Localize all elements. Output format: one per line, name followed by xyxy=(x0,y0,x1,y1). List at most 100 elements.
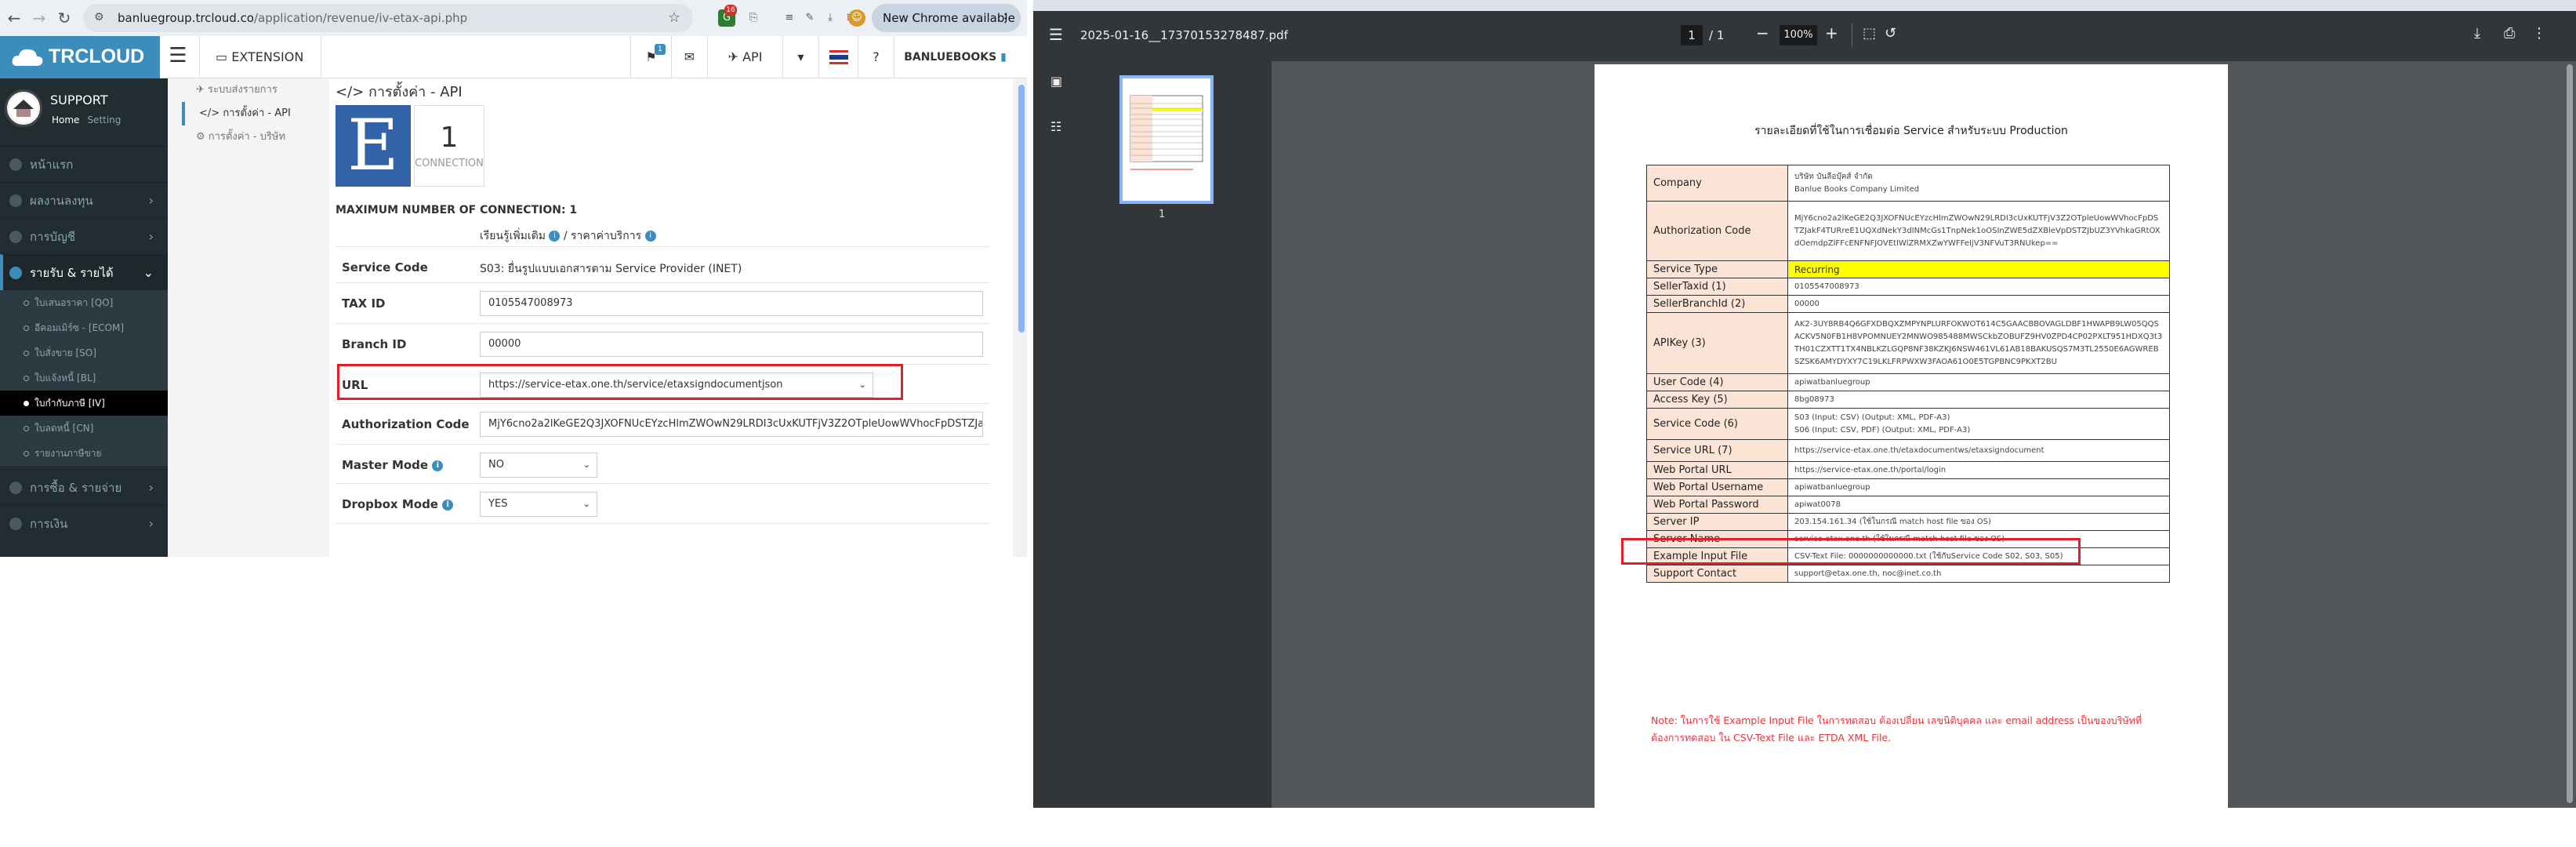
thai-flag-icon[interactable] xyxy=(818,36,858,78)
service-code-row: Service Code S03: ยื่นรูปแบบเอกสารตาม Se… xyxy=(336,246,989,287)
dropbox-mode-label: Dropbox Mode i xyxy=(342,484,454,525)
help-icon[interactable]: ? xyxy=(858,36,894,78)
table-row: Service URL (7) https://service-etax.one.… xyxy=(1646,439,2170,462)
chevron-down-icon: ⌄ xyxy=(582,499,590,509)
reload-icon[interactable]: ↻ xyxy=(53,7,75,29)
zoom-out-icon[interactable]: − xyxy=(1756,24,1769,42)
site-info-icon[interactable]: ⚙ xyxy=(94,11,104,24)
auth-code-input[interactable]: MjY6cno2a2lKeGE2Q3JXOFNUcEYzcHlmZWOwN29L… xyxy=(480,412,983,437)
table-row: Service Type Recurring xyxy=(1646,260,2170,278)
zoom-level[interactable]: 100% xyxy=(1780,25,1817,45)
document-note: Note: ในการใช้ Example Input File ในการท… xyxy=(1651,714,2142,743)
master-mode-select[interactable]: NO ⌄ xyxy=(480,453,597,478)
pdf-scrollbar[interactable] xyxy=(2563,61,2576,808)
sidebar-item-revenue[interactable]: รายรับ & รายได้ ⌄ xyxy=(0,254,168,290)
fit-page-icon[interactable]: ⬚ xyxy=(1863,25,1876,42)
info-icon[interactable]: i xyxy=(442,499,454,511)
home-link[interactable]: Home xyxy=(52,115,79,125)
print-icon[interactable]: ⎙ xyxy=(2504,25,2515,42)
info-icon[interactable]: i xyxy=(644,231,656,242)
hamburger-menu-icon[interactable]: ☰ xyxy=(165,44,191,71)
extension-label: EXTENSION xyxy=(231,49,304,64)
table-row: Web Portal Password apiwat0078 xyxy=(1646,496,2170,514)
more-menu-icon[interactable]: ⋮ xyxy=(1000,4,1011,32)
table-row: APIKey (3) AK2-3UY8RB4Q6GFXDBQXZMPYNPLURF… xyxy=(1646,312,2170,374)
outline-icon[interactable]: ☷ xyxy=(1050,119,1061,134)
setting-link[interactable]: Setting xyxy=(87,115,121,125)
branch-id-input[interactable]: 00000 xyxy=(480,332,983,357)
table-key: Authorization Code xyxy=(1646,201,1788,261)
left-browser-window: ← → ↻ ⚙ banluegroup.trcloud.co/applicati… xyxy=(0,0,1027,557)
company-menu[interactable]: BANLUEBOOKS ▮ xyxy=(894,36,1016,78)
address-bar[interactable]: ⚙ banluegroup.trcloud.co/application/rev… xyxy=(83,4,693,32)
pdf-toolbar: ☰ 2025-01-16__17370153278487.pdf 1 / 1 −… xyxy=(1033,11,2576,61)
sidebar-item-finance[interactable]: การเงิน › xyxy=(0,505,168,541)
dropbox-mode-select[interactable]: YES ⌄ xyxy=(480,492,597,517)
branch-id-row: Branch ID 00000 xyxy=(336,323,989,364)
tab-search-icon[interactable]: ≡ xyxy=(781,9,798,27)
sidebar-sub-sales-tax-report[interactable]: รายงานภาษีขาย xyxy=(0,441,168,466)
pdf-menu-icon[interactable]: ☰ xyxy=(1049,25,1063,44)
sidebar-sub-ecom[interactable]: อีคอมเมิร์ซ - [ECOM] xyxy=(0,315,168,340)
bookmark-star-icon[interactable]: ☆ xyxy=(668,9,680,26)
back-icon[interactable]: ← xyxy=(3,7,25,29)
pricing-link[interactable]: / ราคาค่าบริการ xyxy=(564,230,641,242)
connection-box: 1 CONNECTION xyxy=(414,105,484,187)
sidebar-item-home[interactable]: หน้าแรก xyxy=(0,146,168,182)
submenu-api-settings[interactable]: </> การตั้งค่า - API xyxy=(182,102,325,125)
extension-icon-2[interactable]: ⎘ xyxy=(745,9,762,27)
api-menu[interactable]: ✈ API xyxy=(707,36,782,78)
sidebar-sub-quotation[interactable]: ใบเสนอราคา [QO] xyxy=(0,290,168,315)
forward-icon[interactable]: → xyxy=(28,7,50,29)
download-icon[interactable]: ⤓ xyxy=(2474,25,2480,42)
mail-icon[interactable]: ✉ xyxy=(671,36,707,78)
highlight-box xyxy=(1621,538,2081,565)
learn-more-link[interactable]: เรียนรู้เพิ่มเติม xyxy=(480,230,546,242)
table-row: Service Code (6) S03 (Input: CSV) (Output… xyxy=(1646,408,2170,440)
sidebar-sub-credit-note[interactable]: ใบลดหนี้ [CN] xyxy=(0,416,168,441)
master-mode-row: Master Mode i NO ⌄ xyxy=(336,444,989,485)
sidebar-sub-tax-invoice[interactable]: ใบกำกับภาษี [IV] xyxy=(0,391,168,416)
info-icon[interactable]: i xyxy=(549,231,561,242)
thumbnails-icon[interactable]: ▣ xyxy=(1050,74,1062,89)
zoom-in-icon[interactable]: + xyxy=(1825,24,1838,42)
submenu-send-list[interactable]: ✈ ระบบส่งรายการ xyxy=(182,78,325,102)
table-key: Support Contact xyxy=(1646,565,1788,583)
monitor-icon: ▭ xyxy=(216,49,232,64)
profile-avatar[interactable]: ☺ xyxy=(848,9,865,27)
table-key: Server IP xyxy=(1646,513,1788,531)
new-chrome-button[interactable]: New Chrome available ⋮ xyxy=(872,4,1021,32)
chevron-icon: › xyxy=(148,480,154,495)
pdf-page: รายละเอียดที่ใช้ในการเชื่อมต่อ Service ส… xyxy=(1595,64,2228,808)
notification-flag-icon[interactable]: ⚑ 1 xyxy=(630,36,671,78)
submenu-company-settings[interactable]: ⚙ การตั้งค่า - บริษัท xyxy=(182,125,325,149)
extensions-puzzle-icon[interactable]: ✎ xyxy=(801,9,818,27)
app-logo[interactable]: TRCLOUD xyxy=(0,36,160,78)
page-scrollbar[interactable] xyxy=(1016,78,1027,557)
sidebar-item-purchase[interactable]: การซื้อ & รายจ่าย › xyxy=(0,469,168,505)
info-icon[interactable]: i xyxy=(432,460,444,471)
chevron-down-icon: ⌄ xyxy=(582,460,590,470)
sidebar-sub-sales-order[interactable]: ใบสั่งขาย [SO] xyxy=(0,340,168,365)
sidebar-item-investment[interactable]: ผลงานลงทุน › xyxy=(0,182,168,218)
wallet-icon xyxy=(9,518,22,530)
connection-label: CONNECTION xyxy=(415,158,484,169)
rotate-icon[interactable]: ↺ xyxy=(1885,25,1896,42)
table-key: Service Type xyxy=(1646,260,1788,278)
extension-button[interactable]: ▭ EXTENSION xyxy=(199,36,321,78)
table-key: Service Code (6) xyxy=(1646,408,1788,440)
table-row: Server IP 203.154.161.34 (ใช้ในกรณี match… xyxy=(1646,513,2170,531)
table-value: https://service-etax.one.th/portal/login xyxy=(1787,461,2170,479)
page-number-input[interactable]: 1 xyxy=(1681,25,1703,45)
sidebar-item-accounting[interactable]: การบัญชี › xyxy=(0,218,168,254)
chevron-icon: › xyxy=(148,229,154,244)
sidebar-sub-billing[interactable]: ใบแจ้งหนี้ [BL] xyxy=(0,365,168,391)
more-options-icon[interactable]: ⋮ xyxy=(2532,25,2546,42)
download-icon[interactable]: ⤓ xyxy=(822,9,839,27)
avatar xyxy=(5,89,42,127)
page-thumbnail[interactable] xyxy=(1119,75,1214,204)
dropdown-caret-icon[interactable]: ▾ xyxy=(782,36,818,78)
notification-badge: 1 xyxy=(655,44,666,55)
table-row: SellerBranchId (2) 00000 xyxy=(1646,295,2170,313)
tax-id-input[interactable]: 0105547008973 xyxy=(480,291,983,316)
